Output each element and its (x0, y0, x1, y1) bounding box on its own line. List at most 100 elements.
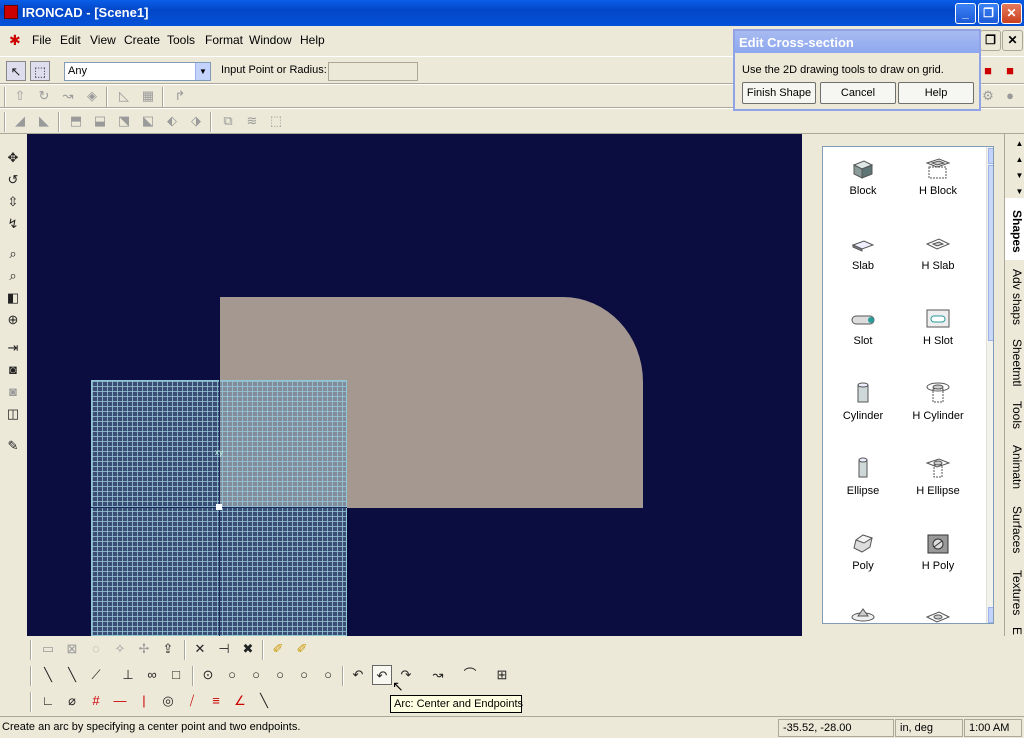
tab-surfaces[interactable]: Surfaces (1004, 496, 1024, 560)
catalog-item-cylinder[interactable]: Cylinder (823, 382, 903, 422)
roll-icon[interactable]: ↯ (3, 214, 23, 234)
catalog-item-ellipse[interactable]: Ellipse (823, 457, 903, 497)
face-draft-icon[interactable]: ⬕ (138, 111, 158, 131)
chamfer-icon[interactable]: ◣ (34, 111, 54, 131)
chevron-down-icon[interactable]: ▼ (195, 63, 210, 80)
sketch-tool-5-icon[interactable]: ✢ (134, 639, 154, 659)
select-box-icon[interactable]: ⬚ (30, 61, 50, 81)
slash-icon[interactable]: ╲ (254, 691, 274, 711)
boolean-icon[interactable]: ⧉ (218, 111, 238, 131)
ellipse-tool-icon[interactable]: ○ (318, 665, 338, 685)
help-button[interactable]: Help (898, 82, 974, 104)
menu-file[interactable]: File (32, 33, 51, 47)
face-offset-icon[interactable]: ⬓ (90, 111, 110, 131)
tangent-constraint-icon[interactable]: ⌀ (62, 691, 82, 711)
fit-view-icon[interactable]: ◧ (3, 288, 23, 308)
menu-format[interactable]: Format (205, 33, 243, 47)
camera-multi-icon[interactable]: ◫ (3, 404, 23, 424)
project-icon[interactable]: ⊞ (492, 665, 512, 685)
two-point-line-icon[interactable]: ╲ (62, 665, 82, 685)
angle-icon[interactable]: ∠ (230, 691, 250, 711)
circle-tangent2-icon[interactable]: ○ (294, 665, 314, 685)
render-alt-icon[interactable]: ■ (1000, 61, 1020, 81)
grid-origin[interactable] (216, 504, 222, 510)
catalog-item-slot[interactable]: Slot (823, 307, 903, 347)
arc-center-endpoints-icon[interactable]: ↶ (372, 665, 392, 685)
sketch-tool-1-icon[interactable]: ▭ (38, 639, 58, 659)
menu-view[interactable]: View (90, 33, 116, 47)
menu-window[interactable]: Window (249, 33, 292, 47)
extrude-icon[interactable]: ⇧ (10, 86, 30, 106)
move-icon[interactable]: ✥ (3, 148, 23, 168)
tab-more[interactable]: E (1004, 622, 1024, 636)
camera-target-icon[interactable]: ⇥ (3, 338, 23, 358)
orbit-icon[interactable]: ↺ (3, 170, 23, 190)
catalog-item-partial[interactable] (823, 605, 903, 623)
sweep-icon[interactable]: ↝ (58, 86, 78, 106)
zoom-icon[interactable]: ⌕ (3, 244, 23, 264)
arc-tangent-icon[interactable]: ↝ (428, 665, 448, 685)
catalog-item-slab[interactable]: Slab (823, 232, 903, 272)
menu-edit[interactable]: Edit (60, 33, 81, 47)
chain-icon[interactable]: ∞ (142, 665, 162, 685)
catalog-item-block[interactable]: Block (823, 157, 903, 197)
constraint-icon[interactable]: ✐ (268, 639, 288, 659)
circle-2pt-icon[interactable]: ○ (222, 665, 242, 685)
tab-adv-shapes[interactable]: Adv shaps (1004, 260, 1024, 330)
catalog-item-partial-h[interactable] (898, 605, 978, 623)
fillet-2d-icon[interactable]: ⌒ (460, 665, 480, 685)
tab-scroll-top-icon[interactable]: ▲ (1004, 134, 1024, 150)
cancel-button[interactable]: Cancel (820, 82, 896, 104)
menu-help[interactable]: Help (300, 33, 325, 47)
tab-shapes[interactable]: Shapes (1004, 198, 1024, 260)
shell-icon[interactable]: ▦ (138, 86, 158, 106)
scroll-thumb[interactable] (988, 165, 993, 341)
scroll-up-icon[interactable]: ▲ (988, 148, 993, 164)
mdi-restore-button[interactable]: ❐ (980, 30, 1001, 51)
circle-center-icon[interactable]: ⊙ (198, 665, 218, 685)
pattern-2d-icon[interactable]: ≡ (206, 691, 226, 711)
camera-icon[interactable]: ● (1000, 86, 1020, 106)
catalog-item-h-slot[interactable]: H Slot (898, 307, 978, 347)
input-point-field[interactable] (328, 62, 418, 81)
scene-viewport[interactable]: xy (27, 134, 802, 636)
face-blend-icon[interactable]: ⬔ (114, 111, 134, 131)
menu-create[interactable]: Create (124, 33, 160, 47)
fillet-icon[interactable]: ◺ (114, 86, 134, 106)
tab-tools[interactable]: Tools (1004, 392, 1024, 434)
corner-icon[interactable]: ∟ (38, 691, 58, 711)
loft-icon[interactable]: ◈ (82, 86, 102, 106)
render-icon[interactable]: ■ (978, 61, 998, 81)
line-icon[interactable]: ╲ (38, 665, 58, 685)
arc-icon[interactable]: ↶ (348, 665, 368, 685)
split-icon[interactable]: ✖ (238, 639, 258, 659)
document-icon[interactable]: ✱ (9, 32, 27, 48)
lighting-icon[interactable]: ⚙ (978, 86, 998, 106)
restore-button[interactable]: ❐ (978, 3, 999, 24)
vertical-icon[interactable]: | (134, 691, 154, 711)
finish-shape-button[interactable]: Finish Shape (742, 82, 816, 104)
mdi-close-button[interactable]: ✕ (1002, 30, 1023, 51)
tangent-line-icon[interactable]: ⟋ (86, 665, 106, 685)
circle-3pt-icon[interactable]: ○ (246, 665, 266, 685)
trim-icon[interactable]: ✕ (190, 639, 210, 659)
catalog-item-poly[interactable]: Poly (823, 532, 903, 572)
tab-textures[interactable]: Textures (1004, 560, 1024, 622)
dimension-icon[interactable]: ✐ (292, 639, 312, 659)
camera-icon[interactable]: ◙ (3, 360, 23, 380)
tab-animation[interactable]: Animatn (1004, 434, 1024, 496)
sketch-tool-4-icon[interactable]: ✧ (110, 639, 130, 659)
tab-sheetmetal[interactable]: Sheetmtl (1004, 330, 1024, 392)
scroll-down-icon[interactable]: ▼ (988, 607, 993, 623)
tab-scroll-down-icon[interactable]: ▼ (1004, 166, 1024, 182)
face-shell-icon[interactable]: ⬗ (186, 111, 206, 131)
extend-icon[interactable]: ⊣ (214, 639, 234, 659)
menu-tools[interactable]: Tools (167, 33, 195, 47)
tab-scroll-up-icon[interactable]: ▲ (1004, 150, 1024, 166)
circle-tangent-icon[interactable]: ○ (270, 665, 290, 685)
face-delete-icon[interactable]: ⬖ (162, 111, 182, 131)
select-arrow-icon[interactable]: ↖ (6, 61, 26, 81)
catalog-scrollbar[interactable]: ▲ ▼ (986, 147, 993, 623)
rectangle-icon[interactable]: □ (166, 665, 186, 685)
spin-icon[interactable]: ↻ (34, 86, 54, 106)
